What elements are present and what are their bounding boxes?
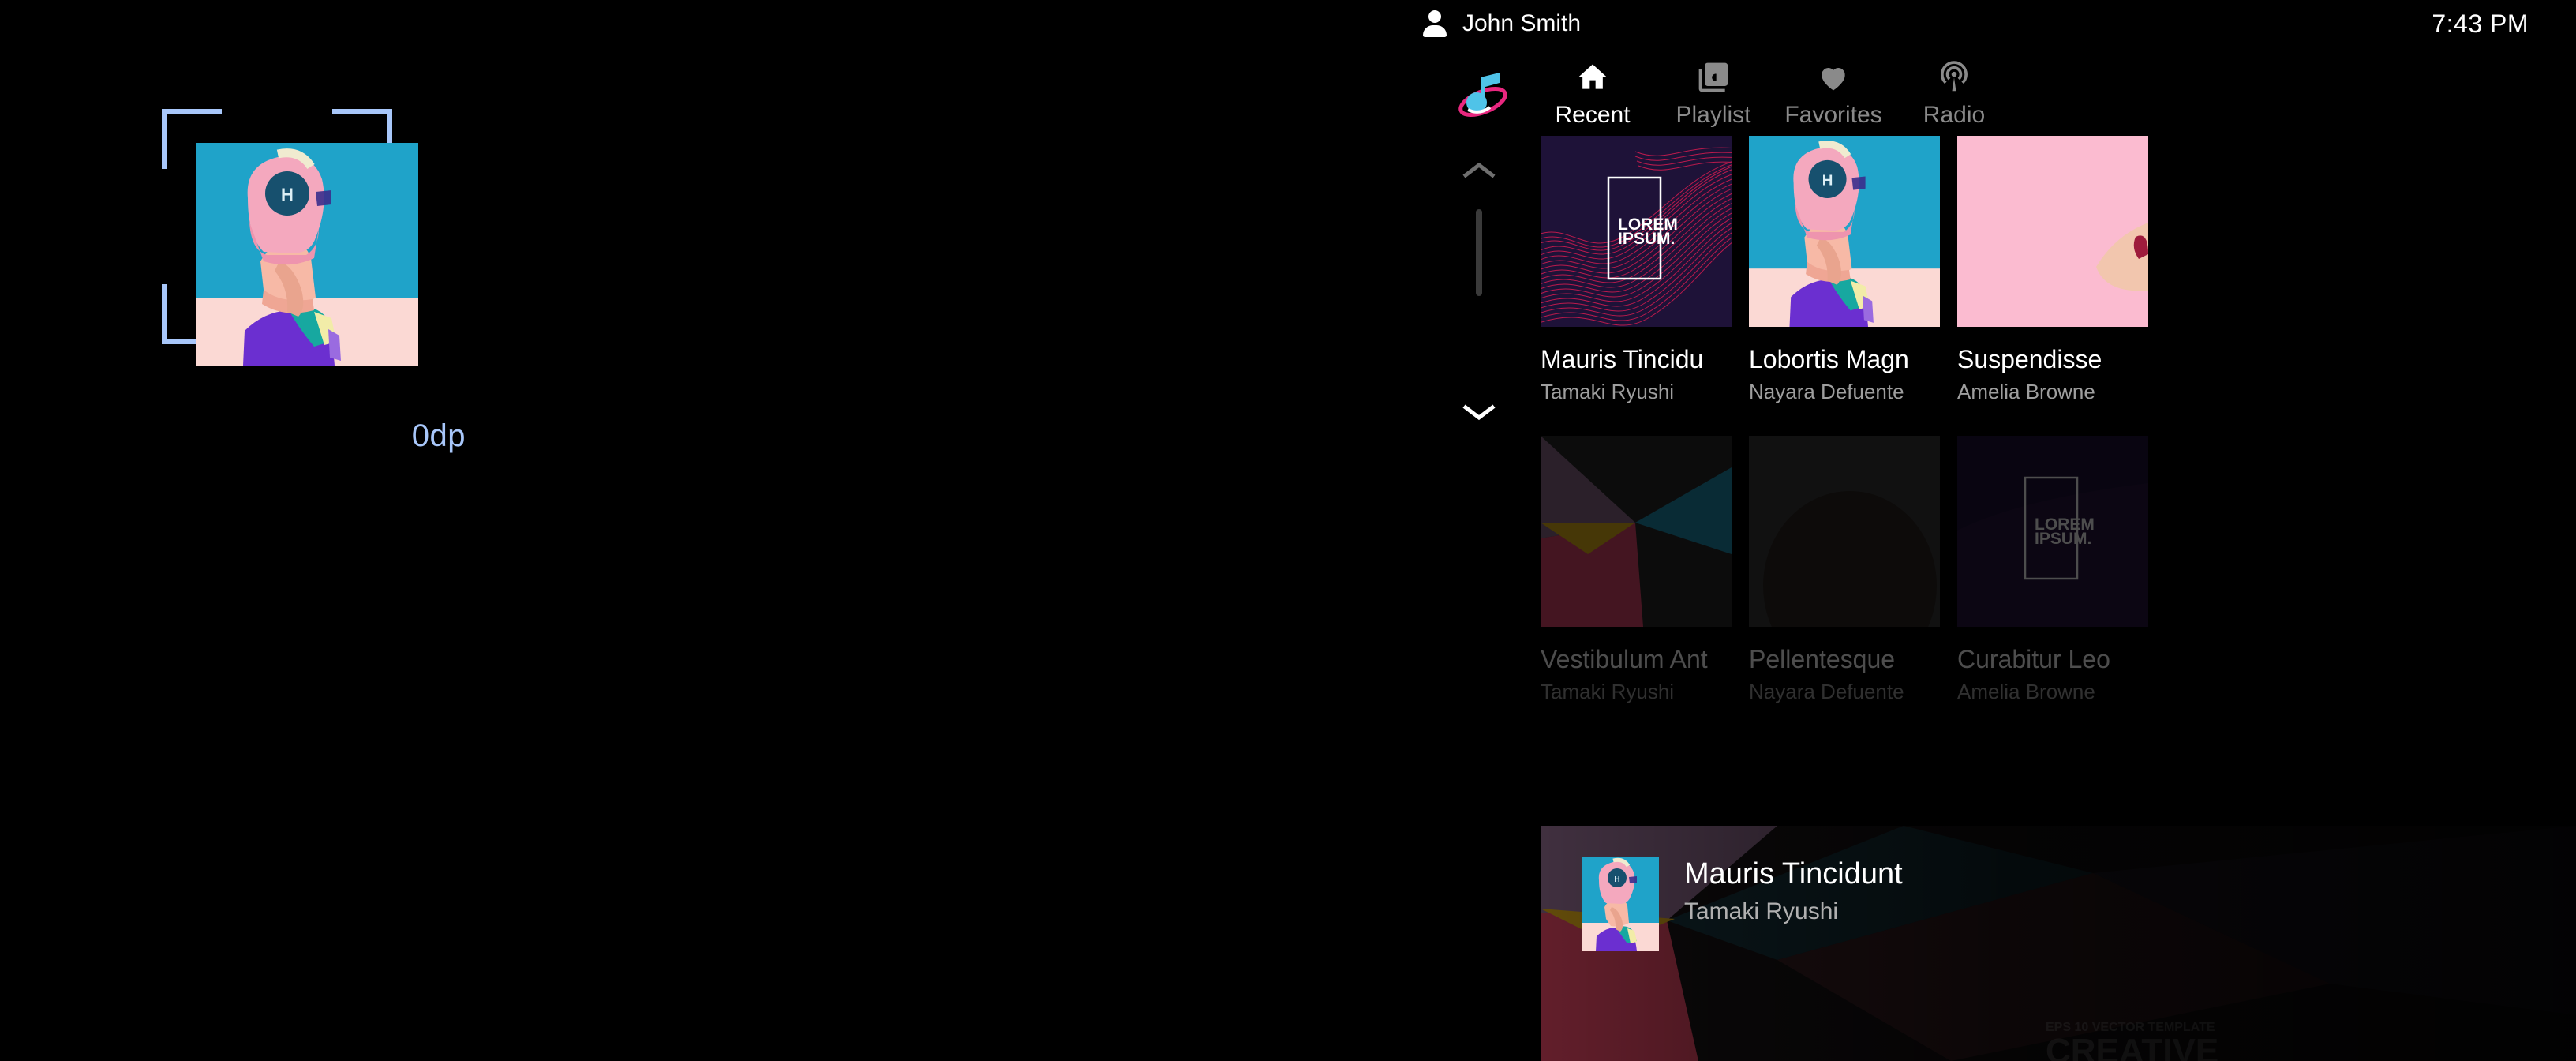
album-art-photo: H [1749,136,1940,327]
tab-playlist-label: Playlist [1676,102,1751,128]
media-card[interactable]: Suspendisse Amelia Browne [1957,136,2148,404]
now-playing-text: Mauris Tincidunt Tamaki Ryushi [1684,857,1903,925]
album-art-lorem: LOREM IPSUM. [1957,436,2148,627]
media-card-title: Vestibulum Ant [1541,645,1708,673]
dimension-label: 0dp [411,418,466,453]
media-card[interactable]: LOREM IPSUM. Mauris Tincidu Tamaki Ryush… [1541,136,1732,404]
tab-radio-label: Radio [1923,102,1986,128]
media-card-title: Pellentesque [1749,645,1896,673]
now-playing-title: Mauris Tincidunt [1684,857,1903,890]
media-card-title: Lobortis Magn [1749,345,1909,373]
media-card-title: Curabitur Leo [1957,645,2110,673]
asset-inspector-pane: H 0dp [0,0,1237,1061]
media-card-artist: Amelia Browne [1957,680,2095,703]
status-bar: John Smith 7:43 PM [1237,0,2576,52]
now-playing-thumbnail: H [1582,857,1659,951]
asset-preview-artwork: H [196,143,418,366]
svg-text:H: H [281,185,294,204]
library-music-icon [1696,57,1731,98]
media-card[interactable]: LOREM IPSUM. Curabitur Leo Amelia Browne [1957,436,2148,704]
tab-recent-label: Recent [1555,102,1631,128]
chevron-down-icon[interactable] [1462,403,1496,422]
home-icon [1575,57,1610,98]
lorem-line2: IPSUM. [1618,230,1675,248]
heart-icon [1816,57,1851,98]
scrollbar-thumb[interactable] [1476,209,1482,296]
media-card-title: Mauris Tincidu [1541,345,1704,373]
svg-text:IPSUM.: IPSUM. [2035,530,2091,548]
media-card-artist: Nayara Defuente [1749,680,1904,703]
media-card-artist: Amelia Browne [1957,380,2095,403]
media-card-title: Suspendisse [1957,345,2102,373]
person-icon [1422,10,1447,37]
media-card-artist: Tamaki Ryushi [1541,380,1675,403]
svg-text:H: H [1822,172,1833,189]
media-card-artist: Tamaki Ryushi [1541,680,1675,703]
media-card[interactable]: Vestibulum Ant Tamaki Ryushi [1541,436,1732,704]
svg-text:H: H [1614,875,1619,884]
user-name-label: John Smith [1462,10,1582,36]
media-card-artist: Nayara Defuente [1749,380,1904,403]
broadcast-icon [1936,57,1972,98]
album-art-lorem: LOREM IPSUM. [1541,136,1732,327]
user-profile-chip[interactable]: John Smith [1422,10,1581,37]
now-playing-bar[interactable]: EPS 10 VECTOR TEMPLATE CREATIVE [1541,826,2576,1061]
scroll-rail [1447,142,1511,458]
media-card[interactable]: Pellentesque Nayara Defuente [1749,436,1940,704]
now-playing-artist: Tamaki Ryushi [1684,898,1839,924]
tab-radio[interactable]: Radio [1863,55,2045,142]
album-art-geometric [1541,436,1732,627]
media-card[interactable]: H Lobortis Magn Nayara Defuente [1749,136,1940,404]
media-app-pane: John Smith 7:43 PM Recent Playlist Favor… [1237,0,2576,1061]
tab-bar: Recent Playlist Favorites Radio [1237,55,2576,142]
album-art-grey [1749,436,1940,627]
album-art-pink [1957,136,2148,327]
chevron-up-icon[interactable] [1462,161,1496,180]
screen-root: H 0dp John Smith 7:43 PM Recent Playlist… [0,0,2576,1061]
clock-label: 7:43 PM [2432,9,2529,38]
